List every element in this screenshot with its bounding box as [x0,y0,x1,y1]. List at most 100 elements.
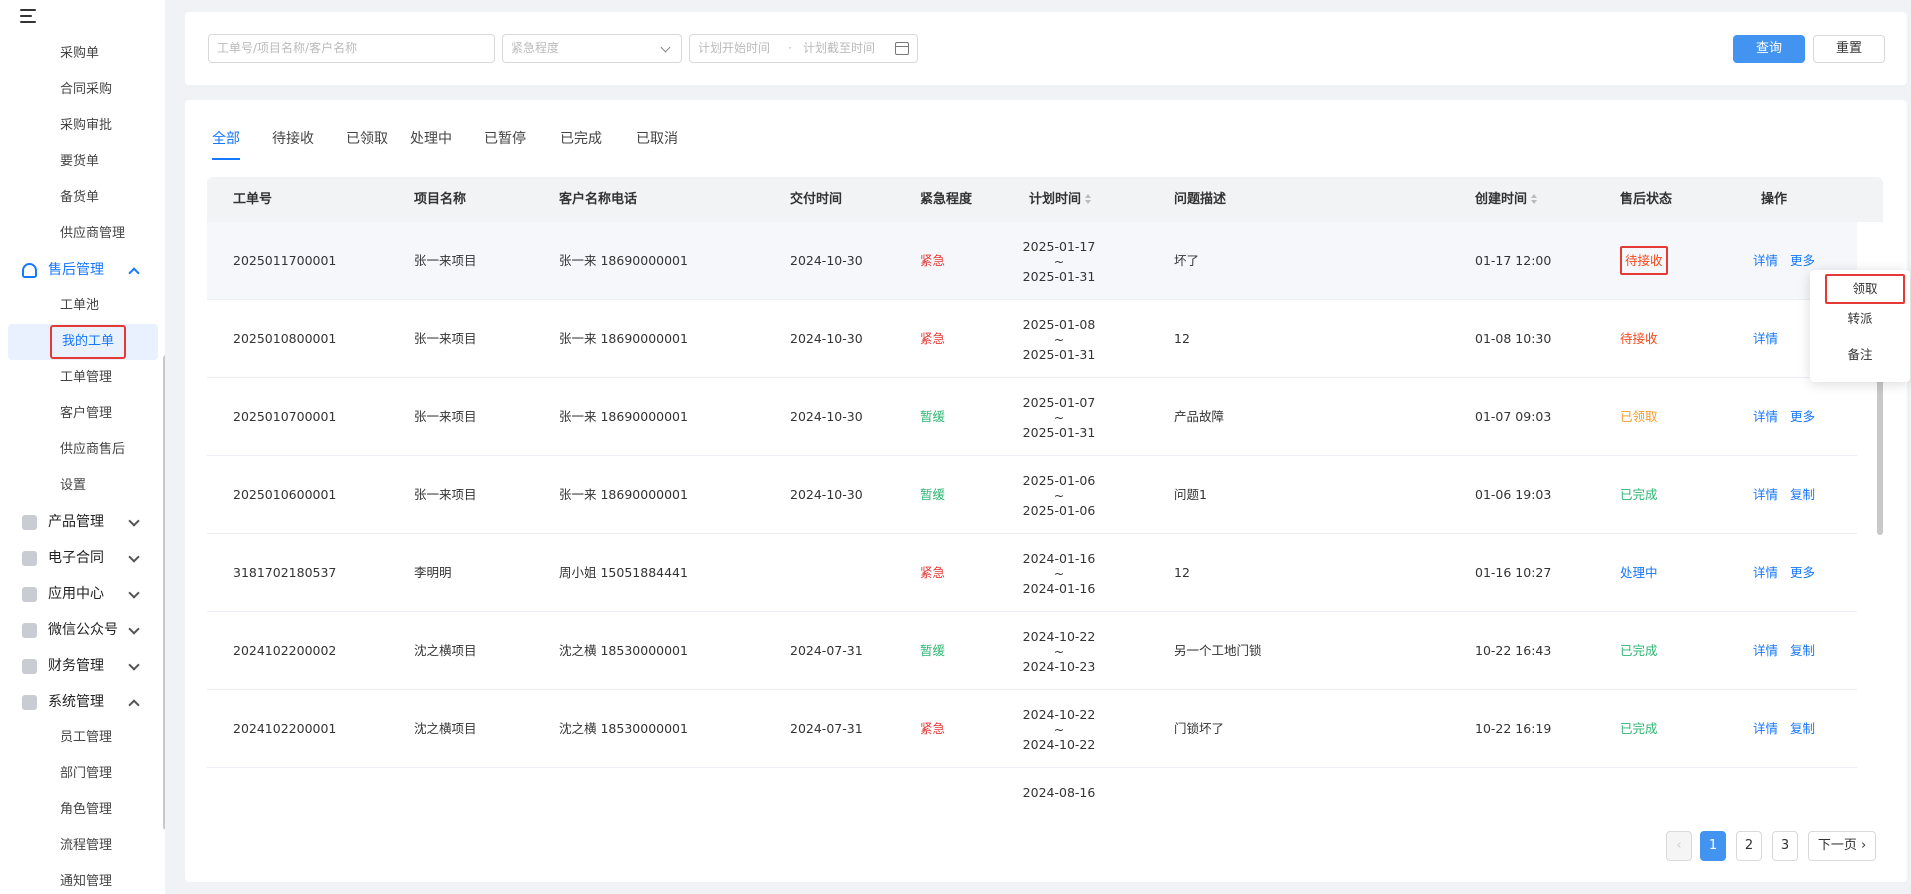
plan-date-range-picker[interactable]: 计划开始时间 · 计划截至时间 [689,34,918,63]
sidebar-item[interactable]: 供应商管理 [0,216,160,252]
page-button[interactable]: 3 [1772,831,1798,861]
apps-icon [22,587,37,602]
column-header-label: 交付时间 [790,192,843,207]
plan-date-range: 2025-01-06 ~2025-01-06 [1019,456,1099,534]
tab[interactable]: 已暂停 [484,128,526,148]
problem-description: 产品故障 [1174,409,1225,424]
order-number: 2025010700001 [233,409,337,424]
customer-contact: 张一来 18690000001 [559,331,688,346]
sidebar-item-label: 我的工单 [50,325,127,359]
contract-icon [22,551,37,566]
sidebar-item[interactable]: 供应商售后 [0,432,160,468]
tab[interactable]: 待接收 [272,128,314,148]
chevron-down-icon [128,551,140,563]
status-badge: 待接收 [1620,331,1658,346]
sidebar-scrollbar[interactable] [163,355,165,830]
detail-link[interactable]: 详情 [1753,690,1778,768]
plan-date-range: 2024-10-22 ~2024-10-23 [1019,612,1099,690]
headset-icon [22,263,37,278]
sidebar-group-aftersales[interactable]: 售后管理 [0,252,160,288]
column-header: 紧急程度 [920,177,972,222]
delivery-date: 2024-07-31 [790,643,863,658]
detail-link[interactable]: 详情 [1753,222,1778,300]
plan-date-range: 2024-10-22 ~2024-10-22 [1019,690,1099,768]
detail-link[interactable]: 详情 [1753,612,1778,690]
sidebar-group-label: 系统管理 [48,694,104,710]
range-separator: · [788,41,792,55]
chevron-up-icon [128,267,140,279]
sidebar-group[interactable]: 电子合同 [0,540,160,576]
column-header-label: 紧急程度 [920,192,973,207]
tab[interactable]: 处理中 [410,128,452,148]
sidebar-item[interactable]: 角色管理 [0,792,160,828]
project-name: 张一来项目 [414,409,477,424]
more-link[interactable]: 更多 [1790,534,1815,612]
sidebar-group[interactable]: 产品管理 [0,504,160,540]
sidebar-item[interactable]: 合同采购 [0,72,160,108]
sidebar-group-label: 应用中心 [48,586,104,602]
sidebar-item[interactable]: 通知管理 [0,864,160,894]
sidebar-group[interactable]: 财务管理 [0,648,160,684]
dropdown-item[interactable]: 领取 [1825,274,1905,304]
chevron-down-icon [128,659,140,671]
sidebar-item[interactable]: 部门管理 [0,756,160,792]
sort-icon[interactable] [1531,194,1538,204]
sidebar-group[interactable]: 应用中心 [0,576,160,612]
tab[interactable]: 全部 [212,128,240,160]
sidebar-item[interactable]: 要货单 [0,144,160,180]
status-cell: 处理中 [1620,534,1658,612]
column-header[interactable]: 创建时间 [1475,177,1538,222]
menu-collapse-icon[interactable] [20,8,40,24]
sidebar-item[interactable]: 备货单 [0,180,160,216]
column-header: 问题描述 [1174,177,1226,222]
detail-link[interactable]: 详情 [1753,456,1778,534]
sidebar-item[interactable]: 采购单 [0,36,160,72]
delivery-date: 2024-10-30 [790,487,863,502]
keyword-placeholder: 工单号/项目名称/客户名称 [217,41,358,55]
column-header-label: 售后状态 [1620,192,1673,207]
tab[interactable]: 已完成 [560,128,602,148]
sidebar-item[interactable]: 员工管理 [0,720,160,756]
sidebar-item[interactable]: 工单池 [0,288,160,324]
urgency-level: 紧急 [920,253,946,268]
sidebar-item[interactable]: 设置 [0,468,160,504]
detail-link[interactable]: 详情 [1753,378,1778,456]
page-button[interactable]: 1 [1700,831,1726,861]
status-cell: 已完成 [1620,456,1658,534]
table-header: 工单号 项目名称 客户名称电话 交付时间 紧急程度 计划时间 问题描述 创建时间 售后状态 操作 [207,177,1883,222]
more-link[interactable]: 复制 [1790,612,1815,690]
more-link[interactable]: 更多 [1790,378,1815,456]
urgency-select[interactable]: 紧急程度 [502,34,682,63]
plan-start: 2025-01-06 [1022,473,1096,488]
prev-page-button[interactable]: ‹ [1666,831,1692,861]
more-link[interactable]: 复制 [1790,456,1815,534]
tab[interactable]: 已取消 [636,128,678,148]
column-header[interactable]: 计划时间 [1029,177,1092,222]
page-button[interactable]: 2 [1736,831,1762,861]
sidebar-item[interactable]: 客户管理 [0,396,160,432]
dropdown-item[interactable]: 备注 [1810,346,1910,364]
status-cell: 已领取 [1620,378,1658,456]
tab[interactable]: 已领取 [346,128,388,148]
detail-link[interactable]: 详情 [1753,300,1778,378]
sidebar-group-system[interactable]: 系统管理 [0,684,160,720]
detail-link[interactable]: 详情 [1753,534,1778,612]
sidebar-item[interactable]: 工单管理 [0,360,160,396]
sidebar-menu: 采购单 合同采购 采购审批 要货单 备货单 供应商管理 售后管理 工单池 我的工单 工单管理 客户管… [0,36,160,894]
sort-icon[interactable] [1085,194,1092,204]
sidebar-item[interactable]: 流程管理 [0,828,160,864]
sidebar-group[interactable]: 微信公众号 [0,612,160,648]
keyword-search-input[interactable]: 工单号/项目名称/客户名称 [208,34,495,63]
sidebar-item[interactable]: 采购审批 [0,108,160,144]
order-number: 2024102200002 [233,643,337,658]
chevron-down-icon [660,42,671,53]
plan-start: 2025-01-08 [1022,317,1096,332]
reset-button[interactable]: 重置 [1813,35,1885,63]
sidebar-group-label: 产品管理 [48,514,104,530]
dropdown-item[interactable]: 转派 [1810,310,1910,328]
search-button[interactable]: 查询 [1733,35,1805,63]
sidebar-item-my-work-orders[interactable]: 我的工单 [8,324,158,360]
plan-end: 2024-10-23 [1022,659,1096,674]
more-link[interactable]: 复制 [1790,690,1815,768]
next-page-button[interactable]: 下一页 › [1808,831,1876,861]
